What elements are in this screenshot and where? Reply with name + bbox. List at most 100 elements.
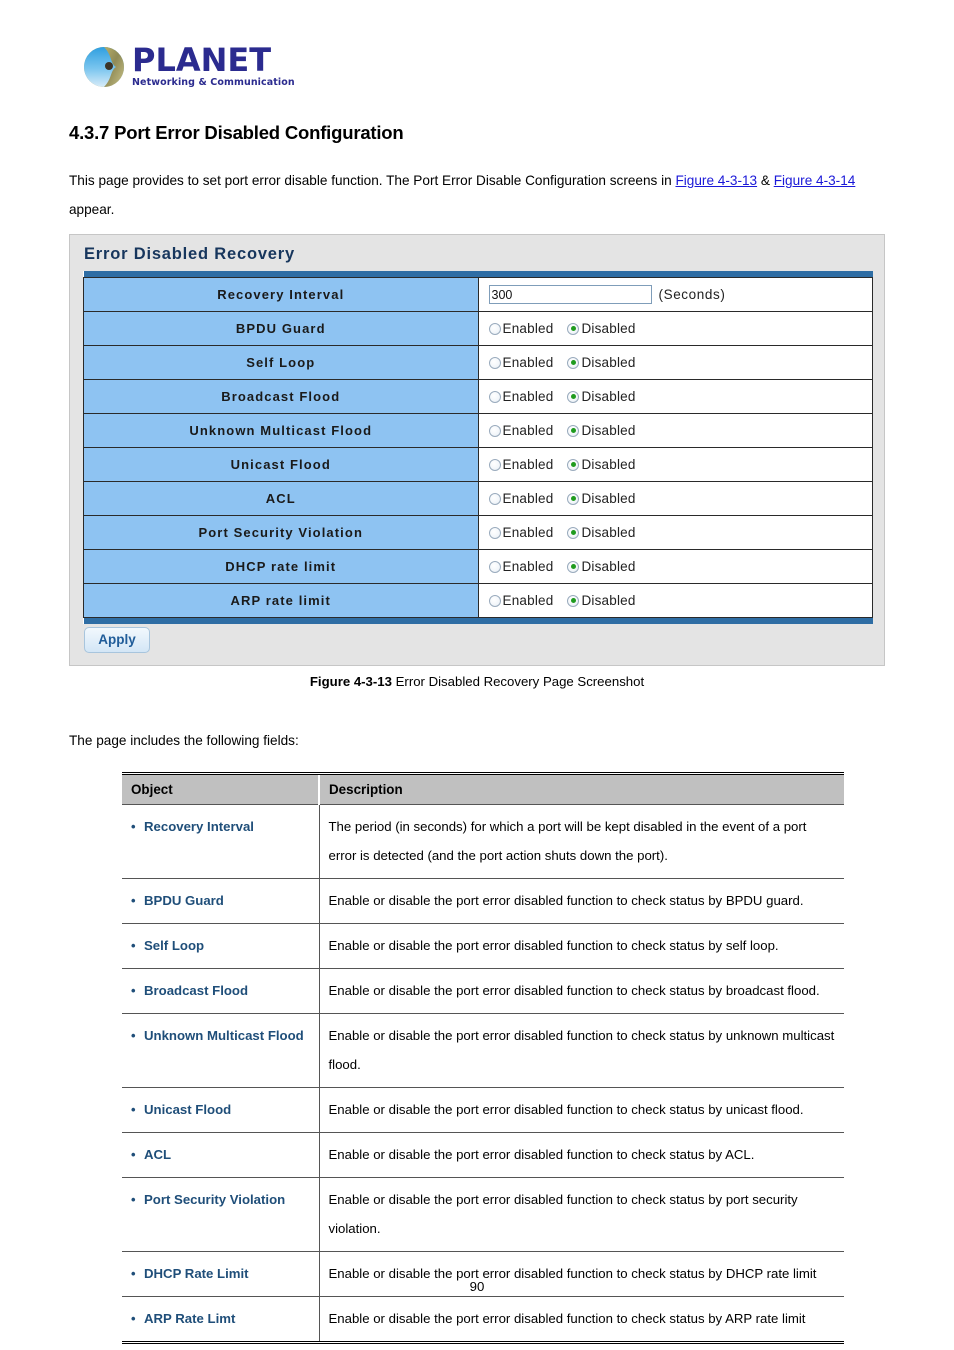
radio-label-disabled: Disabled: [581, 355, 636, 370]
radio-option-enabled[interactable]: Enabled: [488, 321, 554, 336]
table-row: Port Security Violation Enabled Disabled: [83, 515, 873, 550]
radio-label-enabled: Enabled: [502, 389, 554, 404]
radio-enabled-icon[interactable]: [488, 594, 501, 607]
description-cell: Enable or disable the port error disable…: [319, 1013, 844, 1088]
description-table: Object Description Recovery Interval The…: [122, 772, 844, 1344]
table-row: BPDU Guard Enabled Disabled: [83, 311, 873, 346]
row-value-dhcp-rate-limit: Enabled Disabled: [478, 549, 873, 584]
table-row: ARP Rate Limt Enable or disable the port…: [122, 1296, 844, 1343]
row-value-self-loop: Enabled Disabled: [478, 345, 873, 380]
radio-label-disabled: Disabled: [581, 389, 636, 404]
radio-enabled-icon[interactable]: [488, 390, 501, 403]
table-row: Recovery Interval The period (in seconds…: [122, 804, 844, 879]
radio-option-disabled[interactable]: Disabled: [567, 525, 635, 540]
link-figure-4-3-14[interactable]: Figure 4-3-14: [774, 173, 856, 188]
radio-enabled-icon[interactable]: [488, 356, 501, 369]
radio-disabled-icon[interactable]: [567, 594, 580, 607]
description-cell: Enable or disable the port error disable…: [319, 968, 844, 1014]
radio-disabled-icon[interactable]: [567, 390, 580, 403]
radio-label-disabled: Disabled: [581, 423, 636, 438]
table-row: ACL Enabled Disabled: [83, 481, 873, 516]
row-label-self-loop: Self Loop: [83, 345, 479, 380]
table-row: DHCP rate limit Enabled Disabled: [83, 549, 873, 584]
table-row: Self Loop Enabled Disabled: [83, 345, 873, 380]
page-title: 4.3.7 Port Error Disabled Configuration: [69, 122, 404, 143]
radio-enabled-icon[interactable]: [488, 322, 501, 335]
row-value-broadcast-flood: Enabled Disabled: [478, 379, 873, 414]
radio-option-disabled[interactable]: Disabled: [567, 491, 635, 506]
row-value-arp-rate-limit: Enabled Disabled: [478, 583, 873, 618]
row-value-port-security-violation: Enabled Disabled: [478, 515, 873, 550]
radio-option-enabled[interactable]: Enabled: [488, 389, 554, 404]
radio-option-enabled[interactable]: Enabled: [488, 491, 554, 506]
table-row: Self Loop Enable or disable the port err…: [122, 923, 844, 969]
radio-option-disabled[interactable]: Disabled: [567, 355, 635, 370]
row-label-broadcast-flood: Broadcast Flood: [83, 379, 479, 414]
radio-enabled-icon[interactable]: [488, 492, 501, 505]
radio-option-enabled[interactable]: Enabled: [488, 593, 554, 608]
globe-icon: [84, 46, 124, 87]
logo-wordmark: PLANET: [132, 41, 272, 79]
panel-title: Error Disabled Recovery: [84, 245, 295, 263]
radio-enabled-icon[interactable]: [488, 424, 501, 437]
row-label-dhcp-rate-limit: DHCP rate limit: [83, 549, 479, 584]
description-cell: Enable or disable the port error disable…: [319, 923, 844, 969]
radio-disabled-icon[interactable]: [567, 322, 580, 335]
radio-disabled-icon[interactable]: [567, 424, 580, 437]
radio-option-disabled[interactable]: Disabled: [567, 321, 635, 336]
radio-option-disabled[interactable]: Disabled: [567, 593, 635, 608]
radio-option-enabled[interactable]: Enabled: [488, 559, 554, 574]
object-cell: Recovery Interval: [122, 804, 320, 879]
row-label-acl: ACL: [83, 481, 479, 516]
radio-disabled-icon[interactable]: [567, 560, 580, 573]
error-disabled-recovery-panel: Error Disabled Recovery Recovery Interva…: [69, 234, 885, 666]
radio-group-unicast-flood: Enabled Disabled: [488, 457, 873, 472]
radio-group-acl: Enabled Disabled: [488, 491, 873, 506]
radio-label-enabled: Enabled: [502, 491, 554, 506]
table-row: BPDU Guard Enable or disable the port er…: [122, 878, 844, 924]
radio-disabled-icon[interactable]: [567, 356, 580, 369]
radio-label-enabled: Enabled: [502, 559, 554, 574]
radio-label-disabled: Disabled: [581, 321, 636, 336]
radio-enabled-icon[interactable]: [488, 526, 501, 539]
figure-caption-number: Figure 4-3-13: [309, 674, 392, 689]
radio-enabled-icon[interactable]: [488, 458, 501, 471]
radio-group-unknown-multicast-flood: Enabled Disabled: [488, 423, 873, 438]
row-label-bpdu-guard: BPDU Guard: [83, 311, 479, 346]
radio-label-enabled: Enabled: [502, 423, 554, 438]
planet-logo: PLANET Networking & Communication: [82, 44, 295, 89]
radio-option-disabled[interactable]: Disabled: [567, 457, 635, 472]
object-cell: Port Security Violation: [122, 1177, 320, 1252]
link-figure-4-3-13[interactable]: Figure 4-3-13: [675, 173, 757, 188]
radio-option-enabled[interactable]: Enabled: [488, 457, 554, 472]
radio-option-disabled[interactable]: Disabled: [567, 423, 635, 438]
radio-disabled-icon[interactable]: [567, 526, 580, 539]
radio-disabled-icon[interactable]: [567, 492, 580, 505]
object-cell: Unicast Flood: [122, 1087, 320, 1133]
radio-label-disabled: Disabled: [581, 559, 636, 574]
radio-option-enabled[interactable]: Enabled: [488, 355, 554, 370]
object-cell: Unknown Multicast Flood: [122, 1013, 320, 1088]
table-row: ACL Enable or disable the port error dis…: [122, 1132, 844, 1178]
apply-button[interactable]: Apply: [84, 627, 150, 653]
radio-disabled-icon[interactable]: [567, 458, 580, 471]
recovery-interval-input[interactable]: 300: [488, 285, 652, 304]
description-cell: Enable or disable the port error disable…: [319, 1132, 844, 1178]
table-row: Unknown Multicast Flood Enable or disabl…: [122, 1013, 844, 1088]
error-disabled-recovery-table: Recovery Interval 300 (Seconds) BPDU Guar…: [83, 271, 873, 624]
radio-label-enabled: Enabled: [502, 457, 554, 472]
row-value-acl: Enabled Disabled: [478, 481, 873, 516]
radio-label-enabled: Enabled: [502, 321, 554, 336]
table-row: Port Security Violation Enable or disabl…: [122, 1177, 844, 1252]
radio-option-disabled[interactable]: Disabled: [567, 559, 635, 574]
radio-option-disabled[interactable]: Disabled: [567, 389, 635, 404]
table-row: Unknown Multicast Flood Enabled Disabled: [83, 413, 873, 448]
object-cell: ARP Rate Limt: [122, 1296, 320, 1343]
radio-enabled-icon[interactable]: [488, 560, 501, 573]
radio-label-enabled: Enabled: [502, 525, 554, 540]
radio-label-enabled: Enabled: [502, 355, 554, 370]
object-cell: BPDU Guard: [122, 878, 320, 924]
radio-option-enabled[interactable]: Enabled: [488, 423, 554, 438]
radio-option-enabled[interactable]: Enabled: [488, 525, 554, 540]
radio-group-self-loop: Enabled Disabled: [488, 355, 873, 370]
